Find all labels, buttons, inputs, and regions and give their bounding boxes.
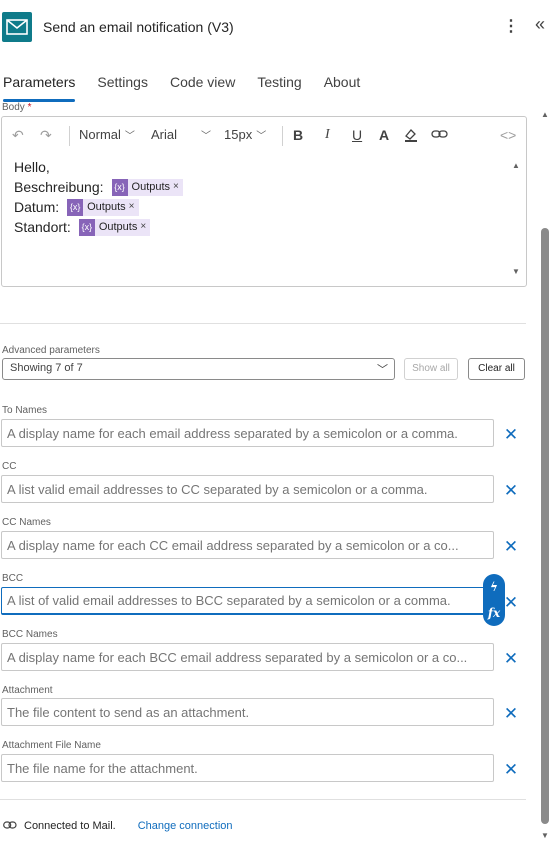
underline-button[interactable]: U (352, 127, 362, 143)
body-line: Standort: {x} Outputs × (14, 217, 183, 237)
body-editor[interactable]: ↶ ↷ Normal ﹀ Arial ﹀ 15px ﹀ B I U A <> Hell… (1, 116, 527, 287)
body-line-text: Datum: (14, 199, 60, 215)
cc-names-input[interactable] (1, 531, 494, 559)
code-view-icon[interactable]: <> (500, 127, 516, 143)
paragraph-style-value: Normal (79, 127, 121, 142)
cc-label: CC (2, 461, 17, 472)
body-line-text: Hello, (14, 159, 50, 175)
tab-about[interactable]: About (324, 74, 361, 102)
double-chevron-left-icon[interactable]: « (530, 14, 550, 36)
font-family-select[interactable]: Arial ﹀ (151, 127, 211, 142)
chevron-down-icon: ﹀ (201, 131, 212, 142)
chevron-down-icon: ﹀ (124, 131, 135, 142)
attachment-file-name-input[interactable] (1, 754, 494, 782)
scrollbar-thumb[interactable] (541, 228, 549, 824)
panel-header: Send an email notification (V3) ⋮ « (0, 0, 552, 56)
cc-names-label: CC Names (2, 517, 51, 528)
chevron-down-icon: ﹀ (377, 364, 388, 376)
font-color-button[interactable]: A (379, 127, 389, 143)
advanced-parameters-value: Showing 7 of 7 (10, 362, 83, 374)
to-names-label: To Names (2, 405, 48, 416)
body-line-text: Beschreibung: (14, 179, 104, 195)
dynamic-content-token[interactable]: {x} Outputs × (67, 197, 139, 217)
remove-field-icon[interactable]: ✕ (502, 538, 520, 556)
redo-icon[interactable]: ↷ (40, 127, 52, 144)
remove-field-icon[interactable]: ✕ (502, 705, 520, 723)
toolbar-divider (282, 126, 283, 146)
highlight-icon[interactable] (403, 127, 419, 146)
attachment-label: Attachment (2, 685, 53, 696)
expression-icon: {x} (67, 198, 84, 216)
change-connection-link[interactable]: Change connection (138, 820, 233, 832)
to-names-input[interactable] (1, 419, 494, 447)
remove-field-icon[interactable]: ✕ (502, 650, 520, 668)
cc-input[interactable] (1, 475, 494, 503)
font-size-value: 15px (224, 127, 253, 142)
dynamic-content-token[interactable]: {x} Outputs × (78, 217, 151, 237)
clear-all-button[interactable]: Clear all (468, 358, 525, 380)
tab-code-view[interactable]: Code view (170, 74, 235, 102)
editor-scroll-down-icon[interactable]: ▼ (512, 267, 520, 276)
advanced-parameters-select[interactable]: Showing 7 of 7 ﹀ (2, 358, 395, 380)
remove-field-icon[interactable]: ✕ (502, 594, 520, 612)
editor-content[interactable]: Hello, Beschreibung: {x} Outputs × Datum: … (14, 157, 183, 237)
connected-status: Connected to Mail. (24, 820, 116, 832)
tab-settings[interactable]: Settings (97, 74, 148, 102)
italic-button[interactable]: I (325, 127, 330, 143)
page-title: Send an email notification (V3) (43, 19, 234, 35)
remove-token-icon[interactable]: × (129, 197, 135, 217)
divider (0, 799, 526, 800)
attachment-input[interactable] (1, 698, 494, 726)
tab-bar: Parameters Settings Code view Testing Ab… (0, 74, 382, 104)
connection-footer: Connected to Mail. Change connection (3, 819, 233, 833)
attachment-file-name-label: Attachment File Name (2, 740, 101, 751)
advanced-parameters-label: Advanced parameters (2, 345, 100, 356)
expression-icon: {x} (111, 178, 128, 196)
lightning-icon[interactable]: ϟ (490, 580, 498, 594)
font-family-value: Arial (151, 127, 178, 142)
function-icon[interactable]: fx (488, 606, 500, 620)
body-line: Datum: {x} Outputs × (14, 197, 183, 217)
font-size-select[interactable]: 15px ﹀ (224, 127, 266, 142)
body-label-text: Body (2, 102, 25, 113)
body-label: Body * (2, 102, 31, 113)
paragraph-style-select[interactable]: Normal ﹀ (79, 127, 135, 142)
bcc-label: BCC (2, 573, 24, 584)
scroll-up-arrow-icon[interactable]: ▲ (541, 110, 549, 119)
bold-button[interactable]: B (293, 127, 303, 143)
remove-field-icon[interactable]: ✕ (502, 761, 520, 779)
connection-link-icon (3, 819, 17, 833)
tab-parameters[interactable]: Parameters (3, 74, 76, 102)
dynamic-content-token[interactable]: {x} Outputs × (111, 177, 183, 197)
expression-icon: {x} (78, 218, 95, 236)
toolbar-divider (69, 126, 70, 146)
token-label: Outputs (87, 201, 126, 213)
undo-icon[interactable]: ↶ (12, 127, 24, 144)
editor-toolbar: ↶ ↷ Normal ﹀ Arial ﹀ 15px ﹀ B I U A <> (2, 117, 526, 153)
bcc-names-input[interactable] (1, 643, 494, 671)
required-mark: * (27, 102, 32, 113)
mail-icon (2, 12, 32, 42)
body-line: Hello, (14, 157, 183, 177)
remove-token-icon[interactable]: × (140, 217, 146, 237)
remove-token-icon[interactable]: × (173, 177, 179, 197)
chevron-down-icon: ﹀ (256, 131, 267, 142)
link-icon[interactable] (431, 127, 449, 144)
divider (0, 323, 526, 324)
remove-field-icon[interactable]: ✕ (502, 482, 520, 500)
body-line: Beschreibung: {x} Outputs × (14, 177, 183, 197)
editor-scroll-up-icon[interactable]: ▲ (512, 161, 520, 170)
body-line-text: Standort: (14, 219, 71, 235)
token-label: Outputs (131, 181, 171, 193)
show-all-button[interactable]: Show all (404, 358, 458, 380)
remove-field-icon[interactable]: ✕ (502, 426, 520, 444)
bcc-names-label: BCC Names (2, 629, 58, 640)
bcc-input[interactable] (1, 587, 485, 615)
scroll-down-arrow-icon[interactable]: ▼ (541, 831, 549, 840)
token-label: Outputs (98, 221, 138, 233)
tab-testing[interactable]: Testing (257, 74, 301, 102)
more-vertical-icon[interactable]: ⋮ (503, 16, 519, 36)
